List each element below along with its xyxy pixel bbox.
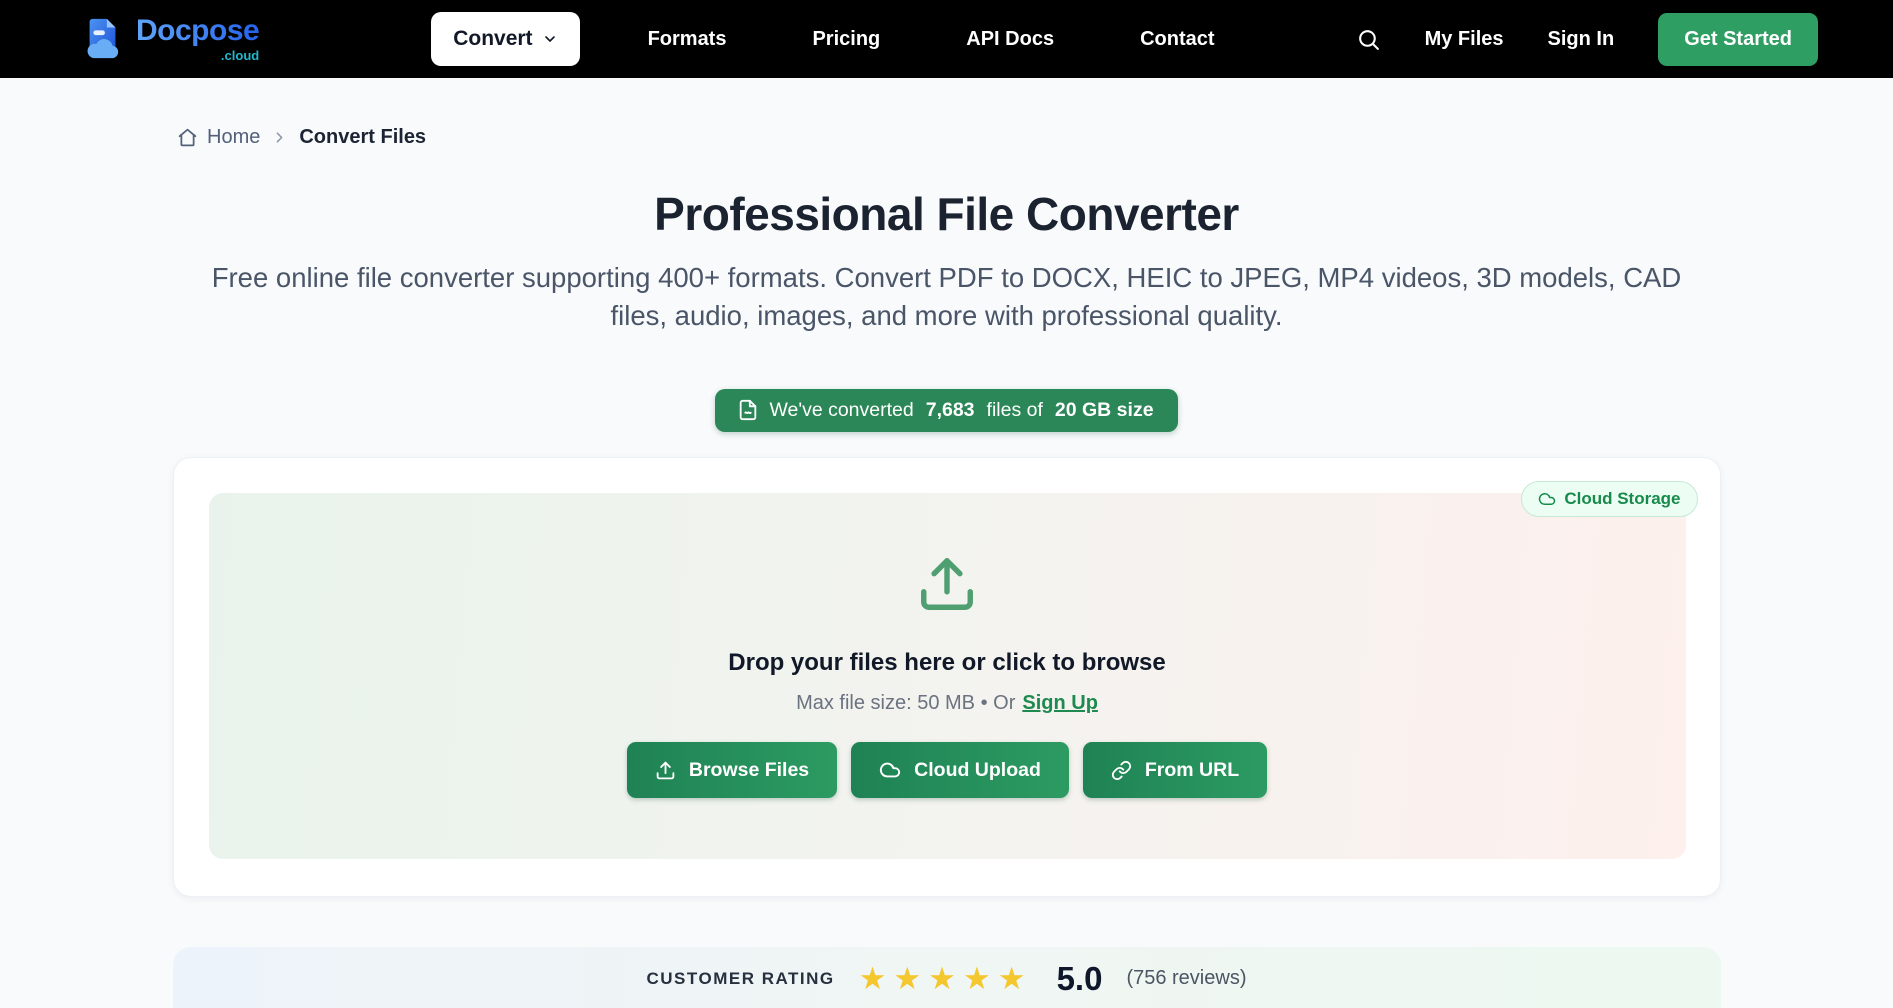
top-nav: Docpose .cloud Convert Formats Pricing A… xyxy=(0,0,1893,78)
chevron-right-icon xyxy=(271,129,288,146)
cloud-storage-label: Cloud Storage xyxy=(1564,489,1680,509)
nav-link-contact[interactable]: Contact xyxy=(1140,28,1214,51)
brand-logo[interactable]: Docpose .cloud xyxy=(80,16,259,62)
breadcrumb-home-link[interactable]: Home xyxy=(177,126,260,149)
cloud-storage-badge[interactable]: Cloud Storage xyxy=(1521,481,1697,517)
upload-card: Cloud Storage Drop your files here or cl… xyxy=(173,457,1721,897)
stats-size: 20 GB size xyxy=(1055,399,1154,422)
rating-reviews-count: (756 reviews) xyxy=(1126,967,1246,990)
primary-nav-links: Formats Pricing API Docs Contact xyxy=(648,28,1215,51)
link-icon xyxy=(1111,760,1132,781)
from-url-label: From URL xyxy=(1145,759,1239,782)
home-icon xyxy=(177,127,198,148)
docpose-logo-icon xyxy=(80,16,126,62)
star-rating: ★★★★★ xyxy=(859,963,1033,994)
breadcrumb: Home Convert Files xyxy=(177,126,1893,149)
conversion-stats-badge: We've converted 7,683 files of 20 GB siz… xyxy=(715,389,1177,432)
cloud-icon xyxy=(1538,490,1556,508)
max-file-size-text: Max file size: 50 MB • Or xyxy=(796,692,1015,715)
file-dropzone[interactable]: Drop your files here or click to browse … xyxy=(209,493,1686,859)
browse-files-label: Browse Files xyxy=(689,759,809,782)
cloud-upload-button[interactable]: Cloud Upload xyxy=(851,742,1069,798)
customer-rating-strip: CUSTOMER RATING ★★★★★ 5.0 (756 reviews) xyxy=(173,947,1721,1008)
brand-name: Docpose xyxy=(136,16,259,46)
dropzone-note: Max file size: 50 MB • Or Sign Up xyxy=(796,692,1098,715)
stats-count: 7,683 xyxy=(926,399,975,422)
breadcrumb-home-label: Home xyxy=(207,126,260,149)
chevron-down-icon xyxy=(542,31,558,47)
nav-link-pricing[interactable]: Pricing xyxy=(812,28,880,51)
sign-up-link[interactable]: Sign Up xyxy=(1022,692,1098,715)
convert-menu-button[interactable]: Convert xyxy=(431,12,579,66)
cloud-upload-label: Cloud Upload xyxy=(914,759,1041,782)
upload-icon xyxy=(916,553,978,615)
search-icon xyxy=(1356,27,1381,52)
stats-middle: files of xyxy=(987,399,1043,422)
file-scan-icon xyxy=(737,399,759,421)
rating-label: CUSTOMER RATING xyxy=(647,969,835,989)
convert-menu-label: Convert xyxy=(453,27,532,51)
rating-score: 5.0 xyxy=(1057,960,1103,998)
get-started-button[interactable]: Get Started xyxy=(1658,13,1818,66)
stats-prefix: We've converted xyxy=(769,399,913,422)
page-title: Professional File Converter xyxy=(0,187,1893,241)
nav-link-sign-in[interactable]: Sign In xyxy=(1548,28,1615,51)
hero-section: Professional File Converter Free online … xyxy=(0,187,1893,432)
dropzone-title: Drop your files here or click to browse xyxy=(728,649,1165,677)
page-subtitle: Free online file converter supporting 40… xyxy=(212,259,1682,335)
cloud-icon xyxy=(879,759,901,781)
search-button[interactable] xyxy=(1356,27,1381,52)
nav-link-my-files[interactable]: My Files xyxy=(1425,28,1504,51)
upload-actions: Browse Files Cloud Upload From URL xyxy=(627,742,1267,798)
breadcrumb-current: Convert Files xyxy=(299,126,426,149)
brand-wordmark: Docpose .cloud xyxy=(136,16,259,62)
brand-tld: .cloud xyxy=(221,49,259,62)
upload-icon xyxy=(655,760,676,781)
nav-link-api-docs[interactable]: API Docs xyxy=(966,28,1054,51)
from-url-button[interactable]: From URL xyxy=(1083,742,1267,798)
nav-link-formats[interactable]: Formats xyxy=(648,28,727,51)
nav-right-group: My Files Sign In Get Started xyxy=(1356,13,1818,66)
rating-row: CUSTOMER RATING ★★★★★ 5.0 (756 reviews) xyxy=(647,960,1247,998)
browse-files-button[interactable]: Browse Files xyxy=(627,742,837,798)
